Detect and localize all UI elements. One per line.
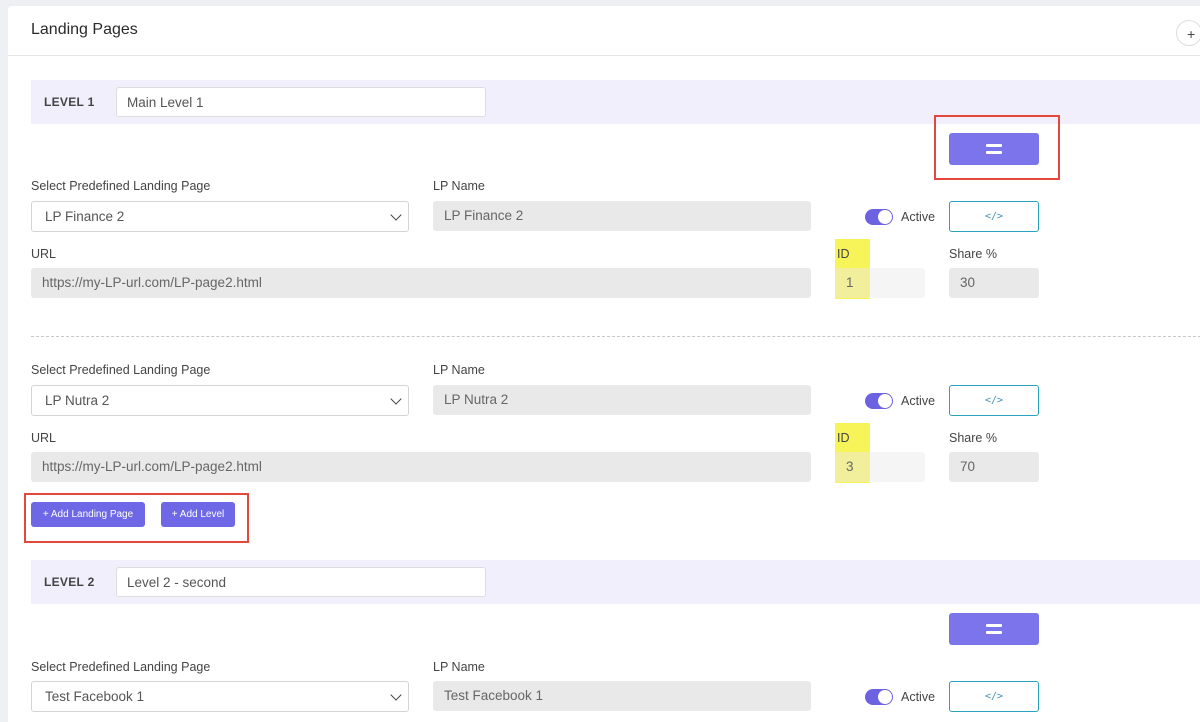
chevron-down-icon [390, 393, 402, 405]
share-label: Share % [949, 431, 997, 445]
select-lp-dropdown[interactable]: LP Nutra 2 [31, 385, 409, 416]
drag-handle-icon [986, 624, 1002, 627]
url-label: URL [31, 247, 57, 261]
active-label: Active [901, 210, 936, 224]
level-2-name-input[interactable]: Level 2 - second [116, 567, 486, 597]
id-field[interactable]: 3 [835, 452, 925, 482]
level-2-bar: LEVEL 2 Level 2 - second [31, 560, 1200, 604]
id-label: ID [837, 431, 850, 445]
add-landing-page-button[interactable]: + Add Landing Page [31, 502, 145, 527]
header-action-button[interactable]: + [1176, 20, 1200, 46]
select-lp-label: Select Predefined Landing Page [31, 363, 211, 377]
chevron-down-icon [390, 689, 402, 701]
share-label: Share % [949, 247, 997, 261]
lp-name-label: LP Name [433, 179, 485, 193]
active-toggle[interactable] [865, 209, 893, 225]
url-field[interactable]: https://my-LP-url.com/LP-page2.html [31, 452, 811, 482]
chevron-down-icon [390, 209, 402, 221]
lp-name-field[interactable]: Test Facebook 1 [433, 681, 811, 711]
lp-name-label: LP Name [433, 660, 485, 674]
url-field[interactable]: https://my-LP-url.com/LP-page2.html [31, 268, 811, 298]
add-level-button[interactable]: + Add Level [161, 502, 235, 527]
card-header: Landing Pages + [8, 6, 1200, 56]
select-lp-dropdown[interactable]: LP Finance 2 [31, 201, 409, 232]
active-label: Active [901, 394, 936, 408]
plus-icon: + [1187, 26, 1196, 42]
code-button[interactable]: </> [949, 201, 1039, 232]
select-lp-value: LP Finance 2 [45, 209, 125, 224]
share-field[interactable]: 70 [949, 452, 1039, 482]
divider [31, 336, 1200, 337]
id-label: ID [837, 247, 850, 261]
select-lp-label: Select Predefined Landing Page [31, 179, 211, 193]
active-toggle[interactable] [865, 689, 893, 705]
page-title: Landing Pages [31, 21, 138, 38]
level-1-drag-handle[interactable] [949, 133, 1039, 165]
lp-name-field[interactable]: LP Finance 2 [433, 201, 811, 231]
level-1-label: LEVEL 1 [44, 95, 95, 109]
url-label: URL [31, 431, 57, 445]
share-field[interactable]: 30 [949, 268, 1039, 298]
level-2-label: LEVEL 2 [44, 575, 95, 589]
id-field[interactable]: 1 [835, 268, 925, 298]
select-lp-dropdown[interactable]: Test Facebook 1 [31, 681, 409, 712]
level-1-name-input[interactable]: Main Level 1 [116, 87, 486, 117]
active-toggle[interactable] [865, 393, 893, 409]
active-label: Active [901, 690, 936, 704]
code-button[interactable]: </> [949, 681, 1039, 712]
lp-name-field[interactable]: LP Nutra 2 [433, 385, 811, 415]
level-2-drag-handle[interactable] [949, 613, 1039, 645]
select-lp-value: Test Facebook 1 [45, 689, 145, 704]
select-lp-label: Select Predefined Landing Page [31, 660, 211, 674]
select-lp-value: LP Nutra 2 [45, 393, 110, 408]
code-button[interactable]: </> [949, 385, 1039, 416]
drag-handle-icon [986, 144, 1002, 147]
lp-name-label: LP Name [433, 363, 485, 377]
